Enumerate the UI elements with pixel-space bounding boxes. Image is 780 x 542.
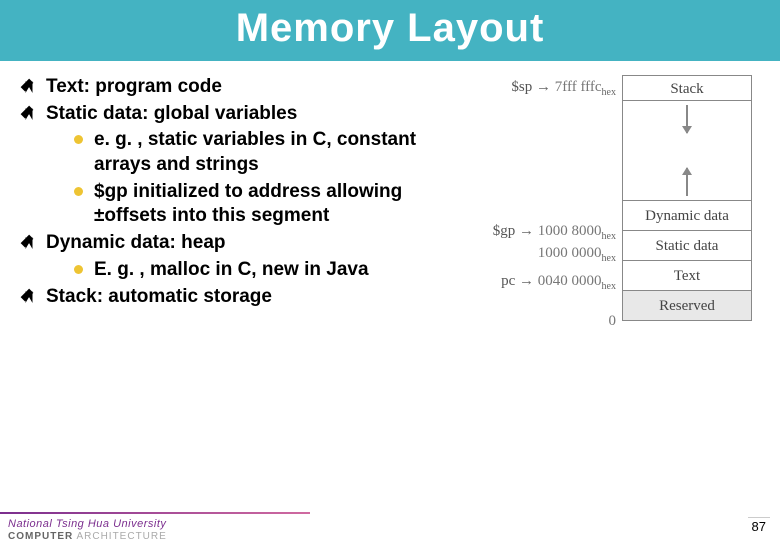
department-name: COMPUTER ARCHITECTURE	[8, 531, 167, 542]
memory-diagram: $sp → 7fff fffchex $gp → 1000 8000hex 10…	[428, 75, 758, 385]
footer-stripe-icon	[0, 512, 310, 514]
hex-suffix: hex	[602, 87, 616, 98]
hex-suffix: hex	[602, 231, 616, 242]
sub-bullet-item: E. g. , malloc in C, new in Java	[72, 258, 420, 283]
hex-suffix: hex	[602, 281, 616, 292]
content-area: Text: program code Static data: global v…	[0, 61, 780, 385]
dept-suffix: ARCHITECTURE	[73, 531, 167, 542]
region-static: Static data	[622, 231, 752, 261]
hex-suffix: hex	[602, 253, 616, 264]
region-gap	[622, 101, 752, 201]
pc-label: pc → 0040 0000hex	[501, 273, 616, 292]
addr-value: 1000 8000	[538, 223, 602, 239]
arrow-up-icon	[686, 168, 688, 196]
arrow-right-icon: →	[536, 79, 555, 95]
arrow-right-icon: →	[519, 223, 538, 239]
sp-label: $sp → 7fff fffchex	[511, 79, 616, 98]
memory-boxes: Stack Dynamic data Static data Text Rese…	[622, 75, 752, 321]
region-reserved: Reserved	[622, 291, 752, 321]
bullet-list: Text: program code Static data: global v…	[10, 75, 420, 385]
diamond-icon	[21, 288, 34, 301]
addr-value: 0040 0000	[538, 273, 602, 289]
diamond-icon	[21, 235, 34, 248]
sub-bullet-item: e. g. , static variables in C, constant …	[72, 128, 420, 177]
addr-value: 7fff fffc	[555, 79, 602, 95]
bullet-text: Static data: global variables	[46, 103, 297, 124]
bullet-item: Dynamic data: heap E. g. , malloc in C, …	[16, 231, 420, 282]
reg-name: $sp	[511, 79, 532, 95]
bullet-text: Dynamic data: heap	[46, 232, 226, 253]
addr-value: 0	[609, 313, 617, 329]
bullet-item: Static data: global variables e. g. , st…	[16, 102, 420, 229]
addr-value: 1000 0000	[538, 245, 602, 261]
region-dynamic: Dynamic data	[622, 201, 752, 231]
bullet-item: Stack: automatic storage	[16, 285, 420, 310]
sub-bullet-text: e. g. , static variables in C, constant …	[94, 129, 416, 175]
slide-title: Memory Layout	[0, 6, 780, 51]
arrow-down-icon	[686, 105, 688, 133]
bullet-item: Text: program code	[16, 75, 420, 100]
gp-label: $gp → 1000 8000hex	[493, 223, 616, 242]
footer: National Tsing Hua University COMPUTER A…	[0, 500, 780, 540]
static-base-label: 1000 0000hex	[538, 245, 616, 264]
page-number: 87	[748, 517, 770, 534]
bullet-text: Text: program code	[46, 76, 222, 97]
zero-label: 0	[609, 313, 617, 330]
region-text: Text	[622, 261, 752, 291]
dept-prefix: COMPUTER	[8, 531, 73, 542]
reg-name: $gp	[493, 223, 516, 239]
diamond-icon	[21, 79, 34, 92]
sub-bullet-text: $gp initialized to address allowing ±off…	[94, 181, 402, 227]
title-bar: Memory Layout	[0, 0, 780, 61]
diamond-icon	[21, 105, 34, 118]
region-stack: Stack	[622, 75, 752, 101]
sub-bullet-text: E. g. , malloc in C, new in Java	[94, 259, 369, 280]
university-name: National Tsing Hua University	[8, 518, 166, 530]
reg-name: pc	[501, 273, 515, 289]
sub-bullet-item: $gp initialized to address allowing ±off…	[72, 180, 420, 229]
arrow-right-icon: →	[519, 273, 538, 289]
bullet-text: Stack: automatic storage	[46, 286, 272, 307]
